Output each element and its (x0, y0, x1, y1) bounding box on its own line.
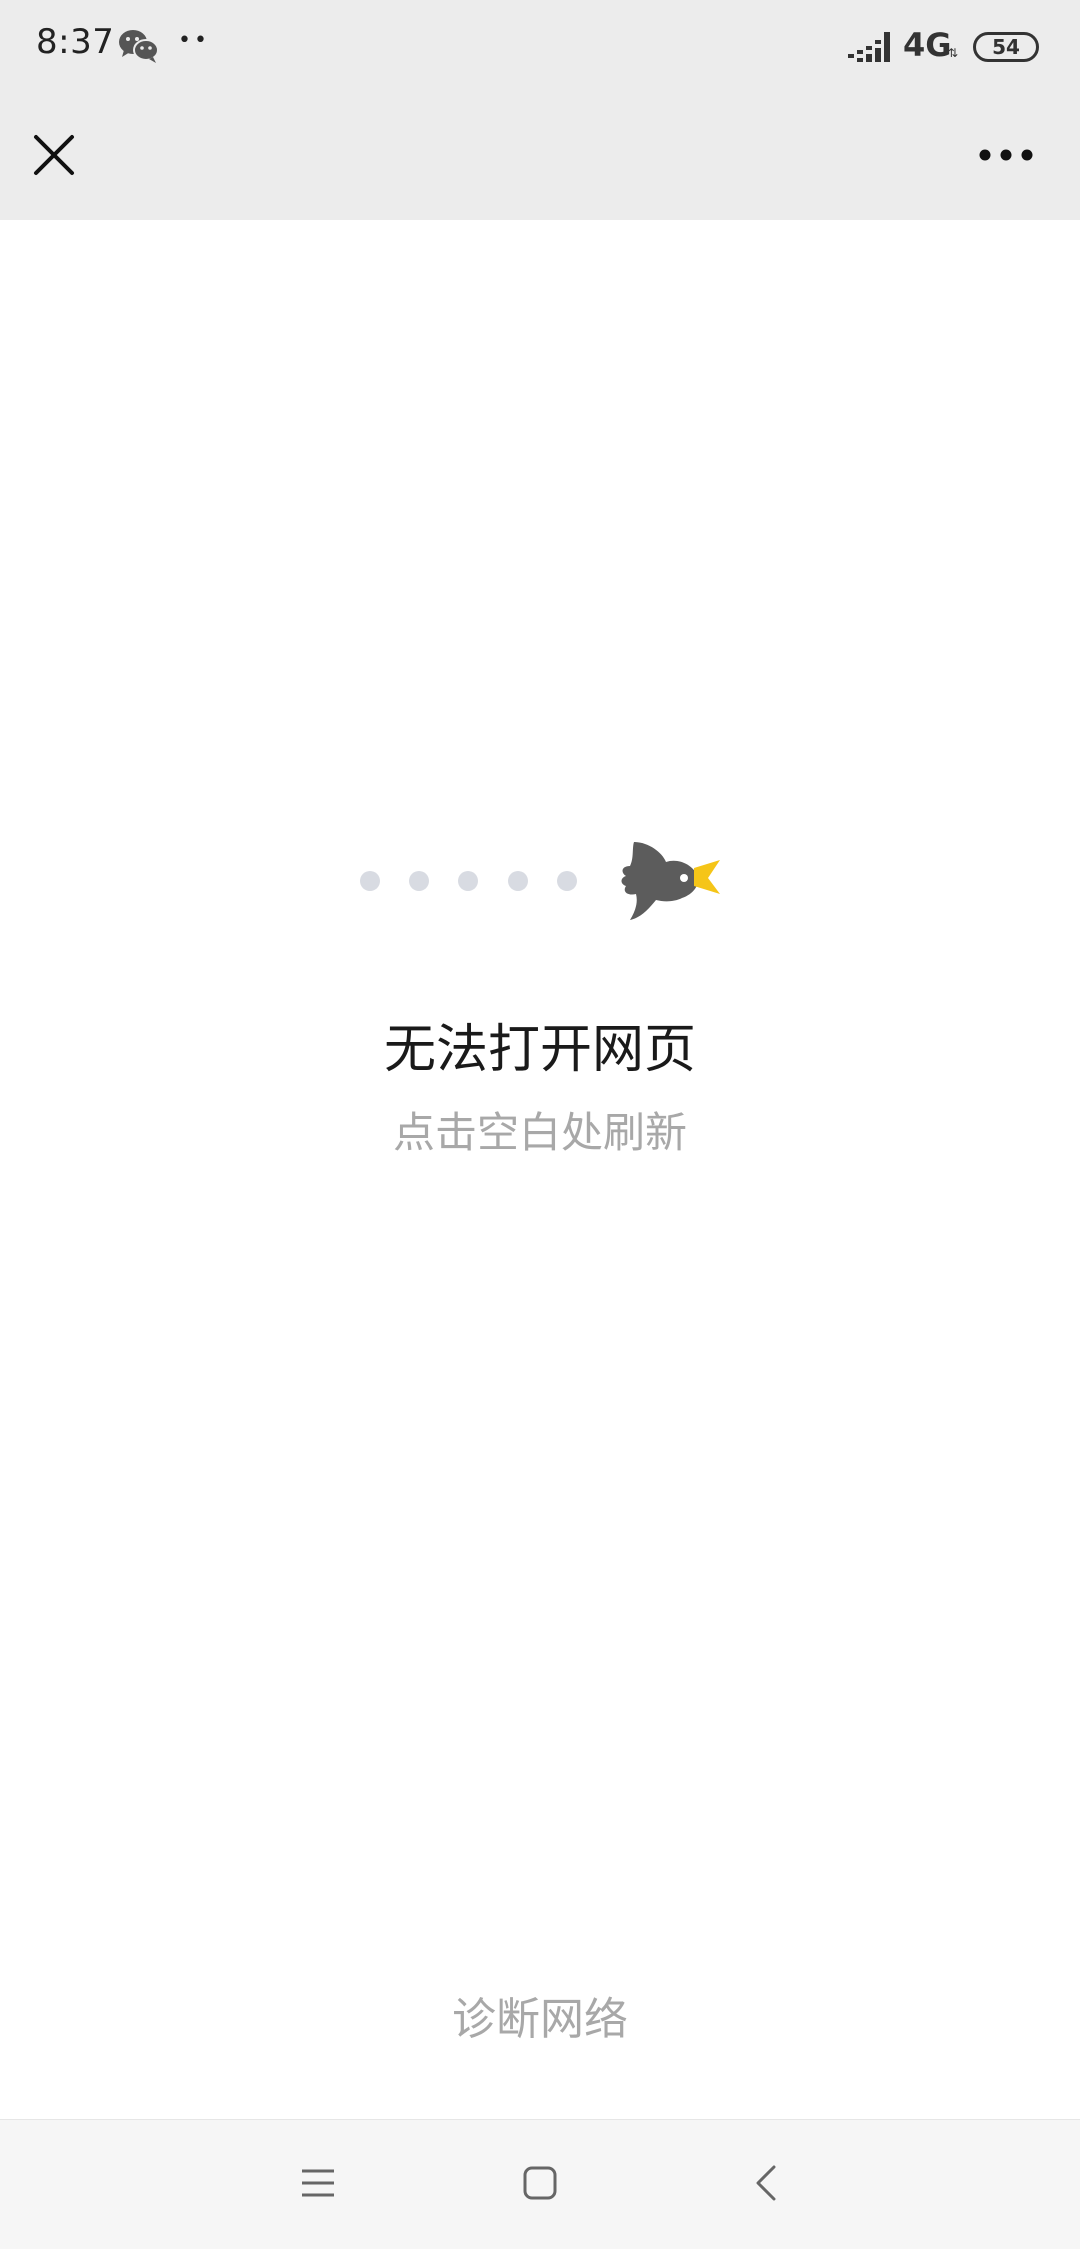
network-type: 4G (903, 26, 952, 64)
wechat-icon (118, 28, 160, 64)
loading-dot (508, 871, 528, 891)
more-icon (979, 149, 1033, 161)
menu-icon (302, 2169, 334, 2197)
loading-dot (557, 871, 577, 891)
loading-dot (409, 871, 429, 891)
refresh-hint[interactable]: 点击空白处刷新 (0, 1098, 1080, 1168)
notification-dots: •• (178, 28, 210, 53)
home-icon (523, 2166, 557, 2200)
error-title: 无法打开网页 (383, 1020, 696, 1080)
close-icon (34, 135, 74, 175)
status-time: 8:37 (36, 22, 115, 62)
top-bar (0, 95, 1080, 220)
back-icon (756, 2165, 776, 2201)
page-content-area[interactable] (0, 220, 1080, 2119)
battery-indicator: 54 (973, 32, 1039, 62)
loading-dot (458, 871, 478, 891)
loading-dot (360, 871, 380, 891)
network-activity: ⇅ (948, 46, 959, 60)
signal-icon (848, 30, 892, 64)
menu-button[interactable] (268, 2148, 368, 2218)
status-bar: 8:37 •• 4G ⇅ 54 (0, 0, 1080, 95)
home-button[interactable] (490, 2148, 590, 2218)
more-button[interactable] (966, 120, 1046, 190)
bird-icon (620, 838, 726, 922)
diagnose-network-link[interactable]: 诊断网络 (390, 1985, 690, 2055)
close-button[interactable] (24, 120, 84, 190)
back-button[interactable] (716, 2148, 816, 2218)
